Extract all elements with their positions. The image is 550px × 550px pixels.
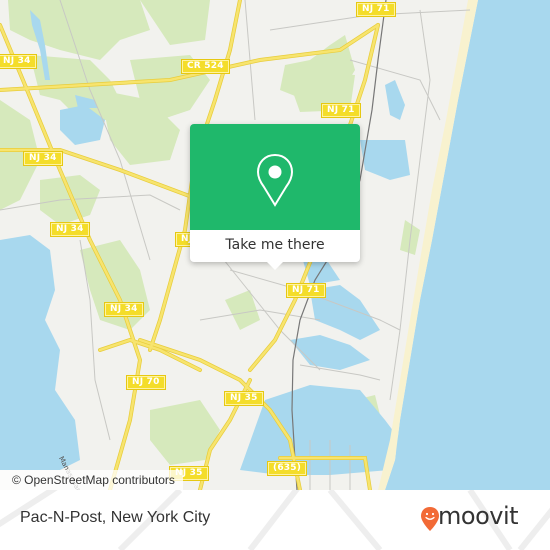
- location-popup: Take me there: [190, 124, 360, 270]
- moovit-wordmark: moovit: [438, 502, 519, 530]
- road-shield-nj34: NJ 34: [51, 223, 89, 236]
- map-attribution[interactable]: © OpenStreetMap contributors: [0, 470, 183, 490]
- road-shield-nj71: NJ 71: [357, 3, 395, 16]
- road-shield-nj34: NJ 34: [24, 152, 62, 165]
- road-shield-nj34: NJ 34: [0, 55, 36, 68]
- road-shield-nj35: NJ 35: [225, 392, 263, 405]
- road-shield-nj71: NJ 71: [287, 284, 325, 297]
- road-shield-nj34: NJ 34: [105, 303, 143, 316]
- road-shield-cr635: (635): [268, 462, 307, 475]
- road-shield-nj71: NJ 71: [322, 104, 360, 117]
- map-pin-icon: [256, 153, 294, 207]
- popup-pointer: [267, 262, 283, 270]
- take-me-there-button[interactable]: Take me there: [190, 230, 360, 262]
- popup-header: [190, 124, 360, 230]
- road-shield-cr524: CR 524: [182, 60, 229, 73]
- place-name: Pac-N-Post, New York City: [20, 509, 211, 526]
- moovit-smiley-pin-icon: [421, 507, 439, 531]
- map[interactable]: NJ 71 NJ 34 CR 524 NJ 71 NJ 34 NJ 34 NJ …: [0, 0, 550, 490]
- footer: Pac-N-Post, New York City moovit: [0, 490, 550, 550]
- road-shield-nj70: NJ 70: [127, 376, 165, 389]
